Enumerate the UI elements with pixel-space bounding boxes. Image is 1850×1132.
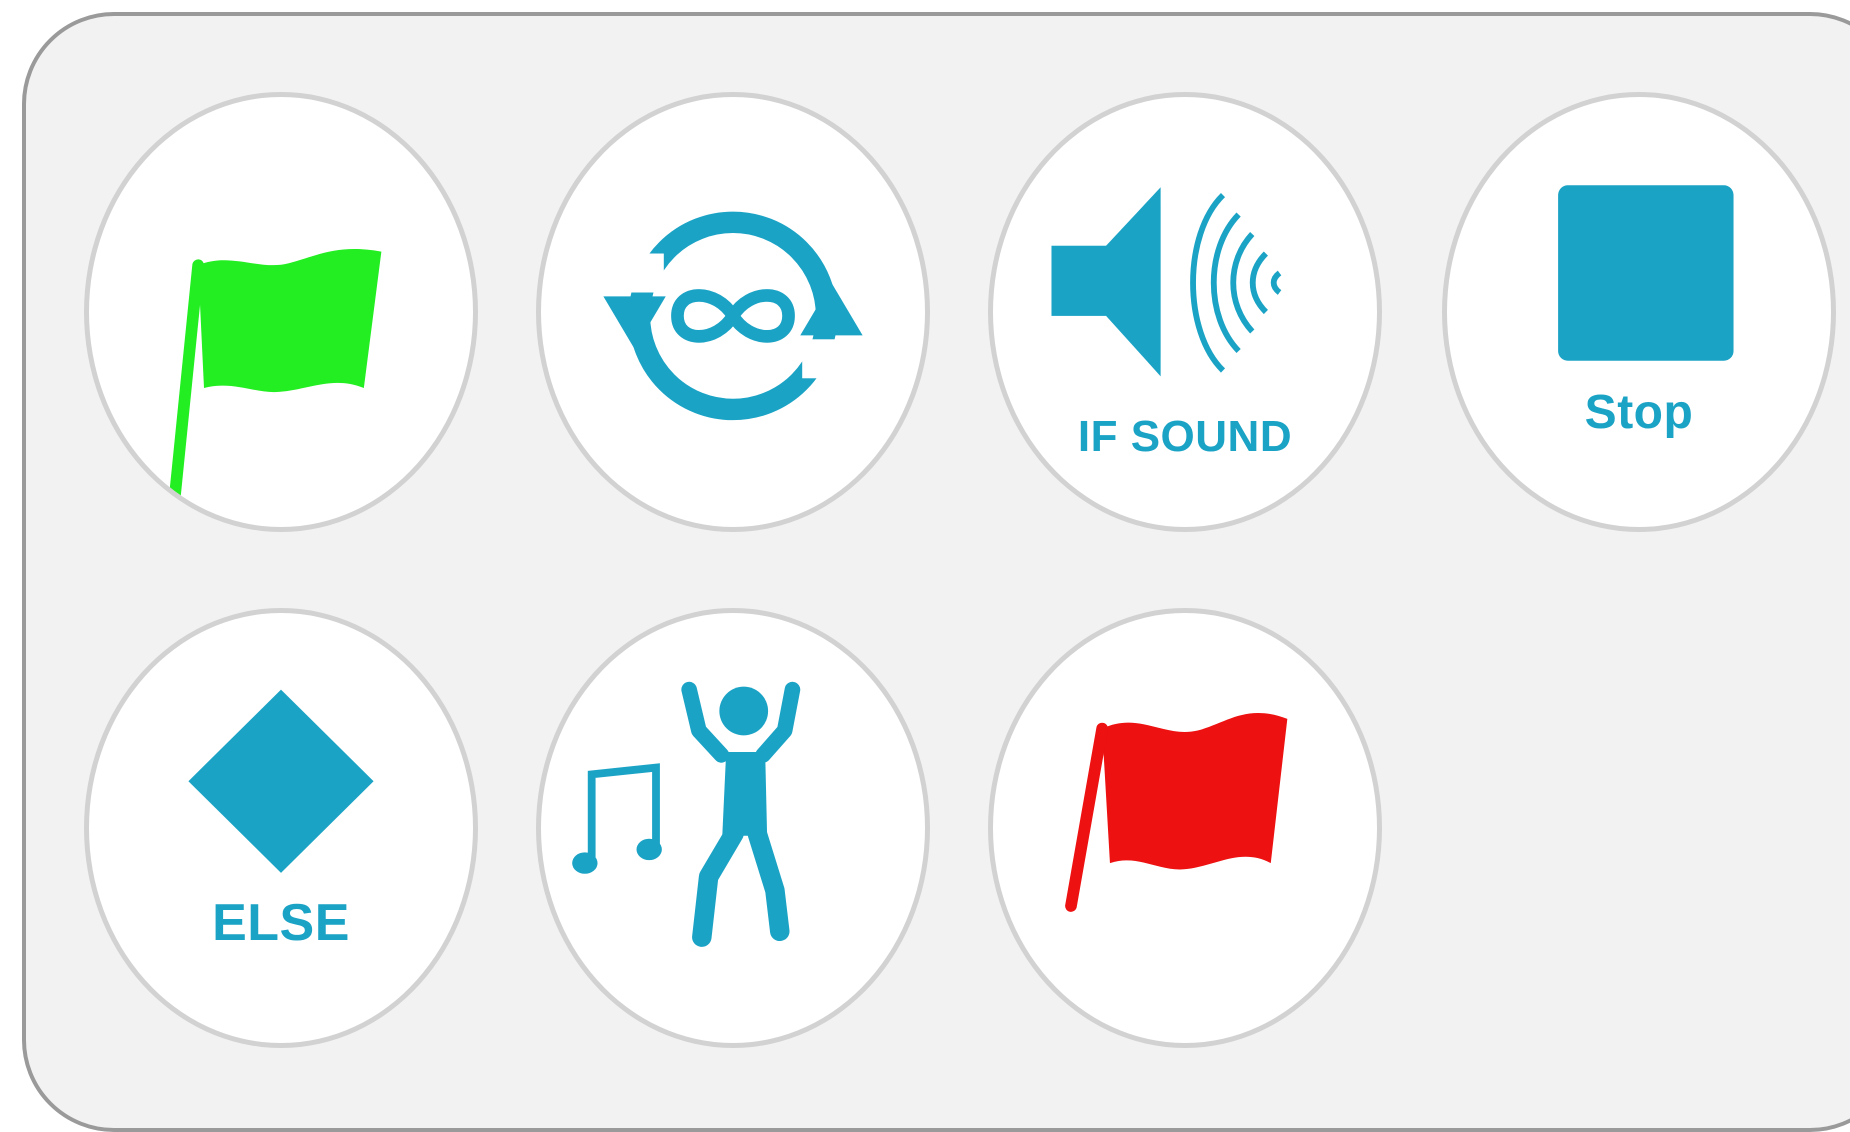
- dance-block[interactable]: [536, 608, 930, 1048]
- stop-label: Stop: [1584, 386, 1694, 439]
- speaker-sound-icon: [1051, 187, 1282, 377]
- else-label: ELSE: [212, 894, 350, 952]
- stop-block[interactable]: Stop: [1442, 92, 1836, 532]
- green-flag-block[interactable]: [84, 92, 478, 532]
- diamond-icon: [188, 689, 374, 873]
- repeat-forever-block[interactable]: [536, 92, 930, 532]
- dancing-person-icon: [572, 681, 801, 947]
- block-palette-panel: IF SOUND Stop ELSE: [22, 12, 1850, 1132]
- red-flag-icon: [1065, 712, 1288, 912]
- red-flag-block[interactable]: [988, 608, 1382, 1048]
- if-sound-label: IF SOUND: [1077, 412, 1293, 461]
- stop-square-icon: [1558, 185, 1734, 361]
- infinity-loop-icon: [603, 211, 863, 421]
- green-flag-icon: [167, 249, 382, 513]
- else-block[interactable]: ELSE: [84, 608, 478, 1048]
- if-sound-block[interactable]: IF SOUND: [988, 92, 1382, 532]
